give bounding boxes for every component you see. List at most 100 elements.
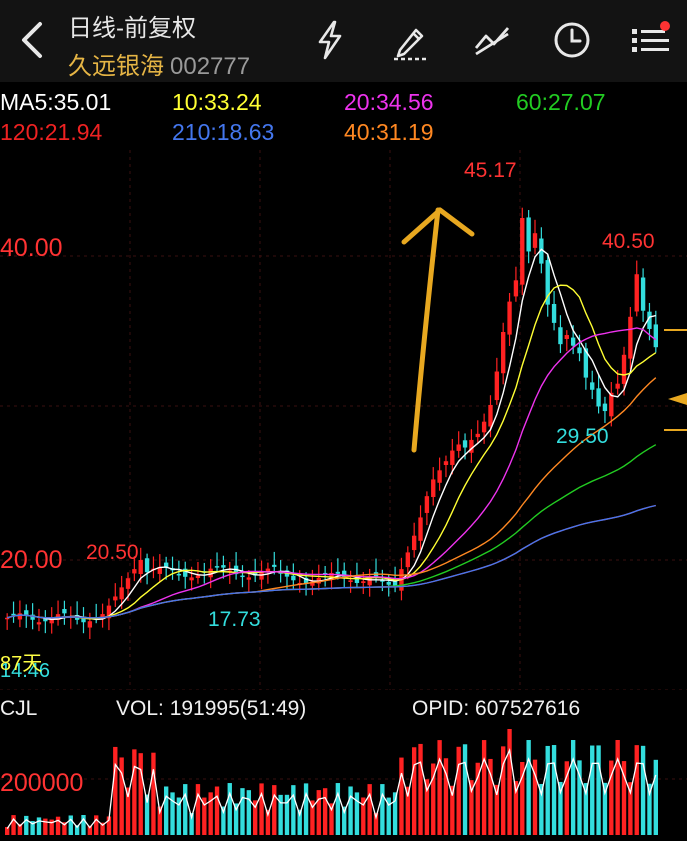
candlestick-chart[interactable]: 40.00 20.00 45.17 40.50 20.50 17.73 29.5… xyxy=(0,150,687,690)
cjl-label: CJL xyxy=(0,697,38,720)
volume-bar xyxy=(55,816,61,835)
candle-body xyxy=(36,622,42,625)
y-axis-label-20: 20.00 xyxy=(0,546,63,574)
menu-icon xyxy=(632,21,670,52)
volume-bar xyxy=(634,745,639,835)
volume-bar xyxy=(615,740,620,835)
candle-body xyxy=(501,332,506,374)
days-label: 87天 xyxy=(0,653,42,675)
volume-bar xyxy=(132,749,137,835)
volume-bar xyxy=(411,747,417,835)
candle-body xyxy=(11,613,16,616)
draw-button[interactable] xyxy=(388,18,432,62)
volume-bar xyxy=(246,790,252,835)
candle-body xyxy=(494,371,500,401)
volume-bar xyxy=(354,792,360,835)
candle-body xyxy=(17,613,23,620)
ma5-value: MA5:35.01 xyxy=(0,89,112,115)
candle-body xyxy=(361,581,366,583)
volume-bar xyxy=(551,745,557,835)
volume-bar xyxy=(163,786,169,835)
volume-bar xyxy=(113,746,118,835)
low-price-label: 17.73 xyxy=(208,608,261,631)
volume-bar xyxy=(462,744,468,835)
candle-body xyxy=(615,383,620,389)
candle-body xyxy=(532,233,538,248)
ma20-value: 20:34.56 xyxy=(344,89,434,115)
candle-body xyxy=(564,335,569,339)
candle-body xyxy=(634,274,639,312)
current-price-pointer xyxy=(668,393,687,405)
ma-line xyxy=(7,327,657,619)
candle-body xyxy=(526,217,531,252)
volume-bar xyxy=(195,784,201,835)
candle-body xyxy=(431,479,436,498)
volume-bar xyxy=(545,745,550,835)
volume-bar xyxy=(240,788,245,835)
candle-body xyxy=(214,566,220,568)
volume-bar xyxy=(138,753,143,835)
volume-bar xyxy=(316,790,321,835)
volume-bar xyxy=(640,745,646,835)
opid-value: OPID: 607527616 xyxy=(412,697,581,720)
candle-body xyxy=(551,304,557,323)
trendline-button[interactable] xyxy=(470,18,514,62)
left-high-label: 20.50 xyxy=(86,541,139,564)
volume-bar xyxy=(380,784,385,835)
volume-bar xyxy=(11,815,16,835)
stock-name: 久远银海 xyxy=(68,53,164,80)
candle-body xyxy=(119,587,124,600)
volume-bar xyxy=(590,745,595,835)
candle-body xyxy=(621,354,627,384)
volume-bar xyxy=(526,740,531,835)
candle-body xyxy=(437,470,442,483)
volume-bar xyxy=(68,815,73,835)
volume-bar xyxy=(335,783,341,835)
volume-bar xyxy=(208,792,213,835)
candle-body xyxy=(520,218,525,285)
vol-value: VOL: 191995(51:49) xyxy=(116,697,307,720)
candle-body xyxy=(221,565,226,568)
candle-body xyxy=(113,596,118,601)
candle-body xyxy=(456,444,461,451)
volume-bar xyxy=(322,788,328,835)
ma40-value: 40:31.19 xyxy=(344,119,434,145)
stock-code: 002777 xyxy=(170,53,251,80)
candle-body xyxy=(640,277,646,311)
volume-bar xyxy=(399,757,404,835)
candle-body xyxy=(488,404,493,427)
volume-bar xyxy=(151,752,156,835)
volume-bar xyxy=(227,783,232,835)
candle-body xyxy=(462,440,468,448)
ma210-value: 210:18.63 xyxy=(172,119,275,145)
volume-chart[interactable]: 200000 xyxy=(0,725,687,841)
ma60-value: 60:27.07 xyxy=(516,89,606,115)
candle-body xyxy=(144,558,150,573)
candle-body xyxy=(125,578,131,589)
candle-body xyxy=(653,324,658,348)
history-button[interactable] xyxy=(550,18,594,62)
trendline-icon xyxy=(474,27,510,56)
back-button[interactable] xyxy=(12,18,52,62)
candle-body xyxy=(602,403,608,412)
volume-bar xyxy=(596,745,601,835)
candle-body xyxy=(507,301,512,335)
clock-icon xyxy=(554,22,590,58)
ma120-value: 120:21.94 xyxy=(0,119,103,145)
hand-drawn-arrow xyxy=(401,207,475,453)
ma10-value: 10:33.24 xyxy=(172,89,262,115)
draw-pen-icon xyxy=(394,28,428,61)
candle-body xyxy=(335,571,341,574)
candle-body xyxy=(590,382,595,390)
volume-bar xyxy=(170,792,175,835)
candle-body xyxy=(570,337,576,346)
lightning-button[interactable] xyxy=(308,18,352,62)
candle-body xyxy=(138,560,143,575)
candle-body xyxy=(62,609,67,614)
candle-body xyxy=(418,517,423,541)
volume-bar xyxy=(119,757,124,835)
menu-button[interactable] xyxy=(628,18,672,62)
volume-bar xyxy=(36,817,42,835)
volume-bar xyxy=(418,743,423,835)
candle-body xyxy=(272,564,277,567)
